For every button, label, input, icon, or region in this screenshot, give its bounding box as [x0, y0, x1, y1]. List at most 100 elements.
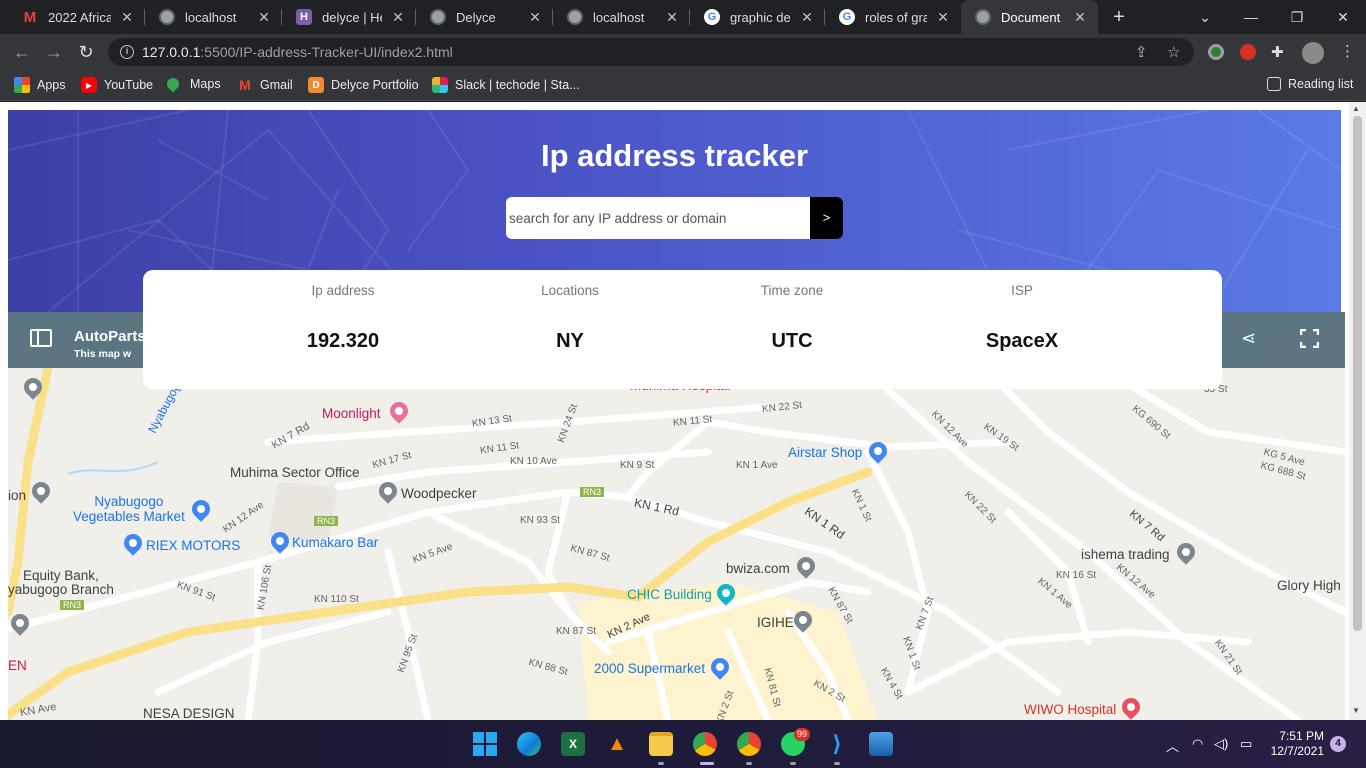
map-poi[interactable]: CHIC Building — [627, 587, 712, 602]
tab-graphic-design[interactable]: G graphic desig ✕ — [690, 0, 825, 34]
close-icon[interactable]: ✕ — [935, 9, 951, 26]
portfolio-icon: D — [308, 77, 324, 93]
gmail-icon: M — [23, 8, 37, 26]
scrollbar-thumb[interactable] — [1353, 116, 1362, 631]
browser-toolbar: ← → ↻ i 127.0.0.1:5500/IP-address-Tracke… — [0, 34, 1366, 70]
photos-icon[interactable] — [869, 732, 893, 756]
tab-gmail[interactable]: M 2022 African I ✕ — [8, 0, 145, 34]
tab-title: 2022 African I — [48, 9, 111, 25]
profile-avatar[interactable] — [1302, 42, 1324, 64]
menu-kebab-icon[interactable]: ⋮ — [1340, 42, 1355, 60]
map-poi[interactable]: IGIHE — [757, 615, 794, 630]
reading-list-button[interactable]: Reading list — [1267, 77, 1353, 91]
timezone-label: Time zone — [760, 283, 824, 298]
close-icon[interactable]: ✕ — [527, 9, 543, 26]
isp-label: ISP — [1011, 283, 1033, 298]
globe-icon — [430, 9, 446, 25]
tray-chevron-icon[interactable]: ︿ — [1166, 736, 1179, 755]
notification-badge[interactable]: 4 — [1330, 736, 1346, 752]
globe-icon — [159, 9, 175, 25]
close-icon[interactable]: ✕ — [664, 9, 680, 26]
map-poi[interactable]: RIEX MOTORS — [146, 538, 240, 553]
minimize-button[interactable]: — — [1228, 0, 1274, 34]
map-poi[interactable]: WIWO Hospital — [1024, 702, 1116, 717]
system-clock[interactable]: 7:51 PM 12/7/2021 — [1268, 729, 1324, 759]
bookmark-maps[interactable]: Maps — [164, 75, 221, 93]
new-tab-button[interactable]: + — [1108, 6, 1130, 29]
scroll-down-icon[interactable]: ▼ — [1352, 706, 1360, 715]
map-poi[interactable]: Kumakaro Bar — [292, 535, 378, 550]
map-poi[interactable]: Moonlight — [322, 406, 381, 421]
site-info-icon[interactable]: i — [120, 45, 134, 59]
map-poi[interactable]: bwiza.com — [726, 561, 790, 576]
chrome-profile-icon[interactable] — [737, 732, 761, 756]
map-poi[interactable]: Muhima Sector Office — [230, 465, 360, 480]
clock-time: 7:51 PM — [1279, 729, 1324, 743]
restore-button[interactable]: ❐ — [1274, 0, 1320, 34]
chrome-icon[interactable] — [693, 732, 717, 756]
scroll-up-icon[interactable]: ▲ — [1352, 104, 1360, 113]
map-poi[interactable]: ishema trading — [1081, 547, 1170, 562]
whatsapp-badge: 99 — [794, 728, 811, 741]
extensions-puzzle-icon[interactable]: ✚ — [1271, 43, 1284, 61]
close-window-button[interactable]: ✕ — [1320, 0, 1366, 34]
reload-icon[interactable]: ↻ — [74, 40, 98, 64]
map-poi[interactable]: Nyabugogo Vegetables Market — [73, 494, 185, 524]
fullscreen-icon[interactable] — [1300, 329, 1319, 348]
edge-icon[interactable] — [517, 732, 541, 756]
search-submit-button[interactable]: > — [810, 197, 843, 239]
ip-search-input[interactable] — [506, 197, 810, 239]
close-icon[interactable]: ✕ — [1072, 9, 1088, 26]
url-text[interactable]: 127.0.0.1:5500/IP-address-Tracker-UI/ind… — [142, 44, 453, 60]
page-scrollbar[interactable]: ▲ ▼ — [1349, 102, 1366, 720]
sidebar-toggle-icon[interactable] — [30, 329, 52, 347]
tab-heroku[interactable]: H delyce | Hero ✕ — [282, 0, 416, 34]
map-poi[interactable]: NESA DESIGN — [143, 706, 235, 720]
extension-grammar-icon[interactable] — [1208, 44, 1224, 60]
bookmark-youtube[interactable]: ▶ YouTube — [81, 77, 153, 93]
bookmark-star-icon[interactable]: ☆ — [1167, 43, 1180, 61]
close-icon[interactable]: ✕ — [390, 9, 406, 26]
map-poi[interactable]: Woodpecker — [401, 486, 477, 501]
close-icon[interactable]: ✕ — [799, 9, 815, 26]
close-icon[interactable]: ✕ — [119, 9, 135, 26]
back-arrow-icon[interactable]: ← — [10, 40, 34, 64]
address-bar[interactable]: i 127.0.0.1:5500/IP-address-Tracker-UI/i… — [108, 38, 1194, 66]
vscode-icon[interactable]: ⟩ — [825, 731, 849, 756]
map-poi[interactable]: 2000 Supermarket — [594, 661, 705, 676]
tab-localhost-2[interactable]: localhost ✕ — [553, 0, 690, 34]
share-icon[interactable]: ⋖ — [1241, 328, 1256, 349]
bookmark-label: Delyce Portfolio — [331, 78, 419, 92]
excel-icon[interactable]: X — [561, 732, 585, 756]
bookmark-gmail[interactable]: M Gmail — [237, 77, 293, 93]
file-explorer-icon[interactable] — [649, 732, 673, 756]
battery-icon[interactable]: ▭ — [1240, 736, 1252, 752]
forward-arrow-icon[interactable]: → — [42, 40, 66, 64]
map-poi[interactable]: Equity Bank, yabugogo Branch — [8, 569, 114, 597]
close-icon[interactable]: ✕ — [256, 9, 272, 26]
vlc-icon[interactable]: ▲ — [605, 732, 629, 756]
bookmark-slack[interactable]: Slack | techode | Sta... — [432, 77, 580, 93]
heroku-icon: H — [296, 9, 312, 25]
bookmarks-bar: Apps ▶ YouTube Maps M Gmail D Delyce Por… — [0, 70, 1366, 101]
map-poi[interactable]: EN — [8, 658, 27, 673]
bookmark-apps[interactable]: Apps — [14, 77, 66, 93]
bookmark-delyce-portfolio[interactable]: D Delyce Portfolio — [308, 77, 419, 93]
tab-localhost-1[interactable]: localhost ✕ — [145, 0, 282, 34]
tab-search-chevron-icon[interactable]: ⌄ — [1182, 0, 1228, 34]
wifi-icon[interactable]: ◠ — [1192, 736, 1203, 752]
tab-title: Delyce — [456, 9, 496, 25]
volume-icon[interactable]: ◁) — [1214, 736, 1228, 752]
tab-delyce[interactable]: Delyce ✕ — [416, 0, 553, 34]
windows-start-icon[interactable] — [473, 732, 497, 756]
map-poi[interactable]: ion — [8, 488, 26, 503]
map-poi[interactable]: Glory High — [1277, 578, 1341, 593]
bookmark-label: Maps — [190, 77, 221, 91]
extension-adblock-icon[interactable] — [1240, 44, 1256, 60]
slack-icon — [432, 77, 448, 93]
share-icon[interactable]: ⇪ — [1135, 43, 1148, 61]
tab-title: roles of grap — [865, 9, 927, 25]
tab-roles-of-graphic[interactable]: G roles of grap ✕ — [825, 0, 961, 34]
tab-document-active[interactable]: Document ✕ — [961, 0, 1098, 34]
map-poi[interactable]: Airstar Shop — [788, 445, 862, 460]
